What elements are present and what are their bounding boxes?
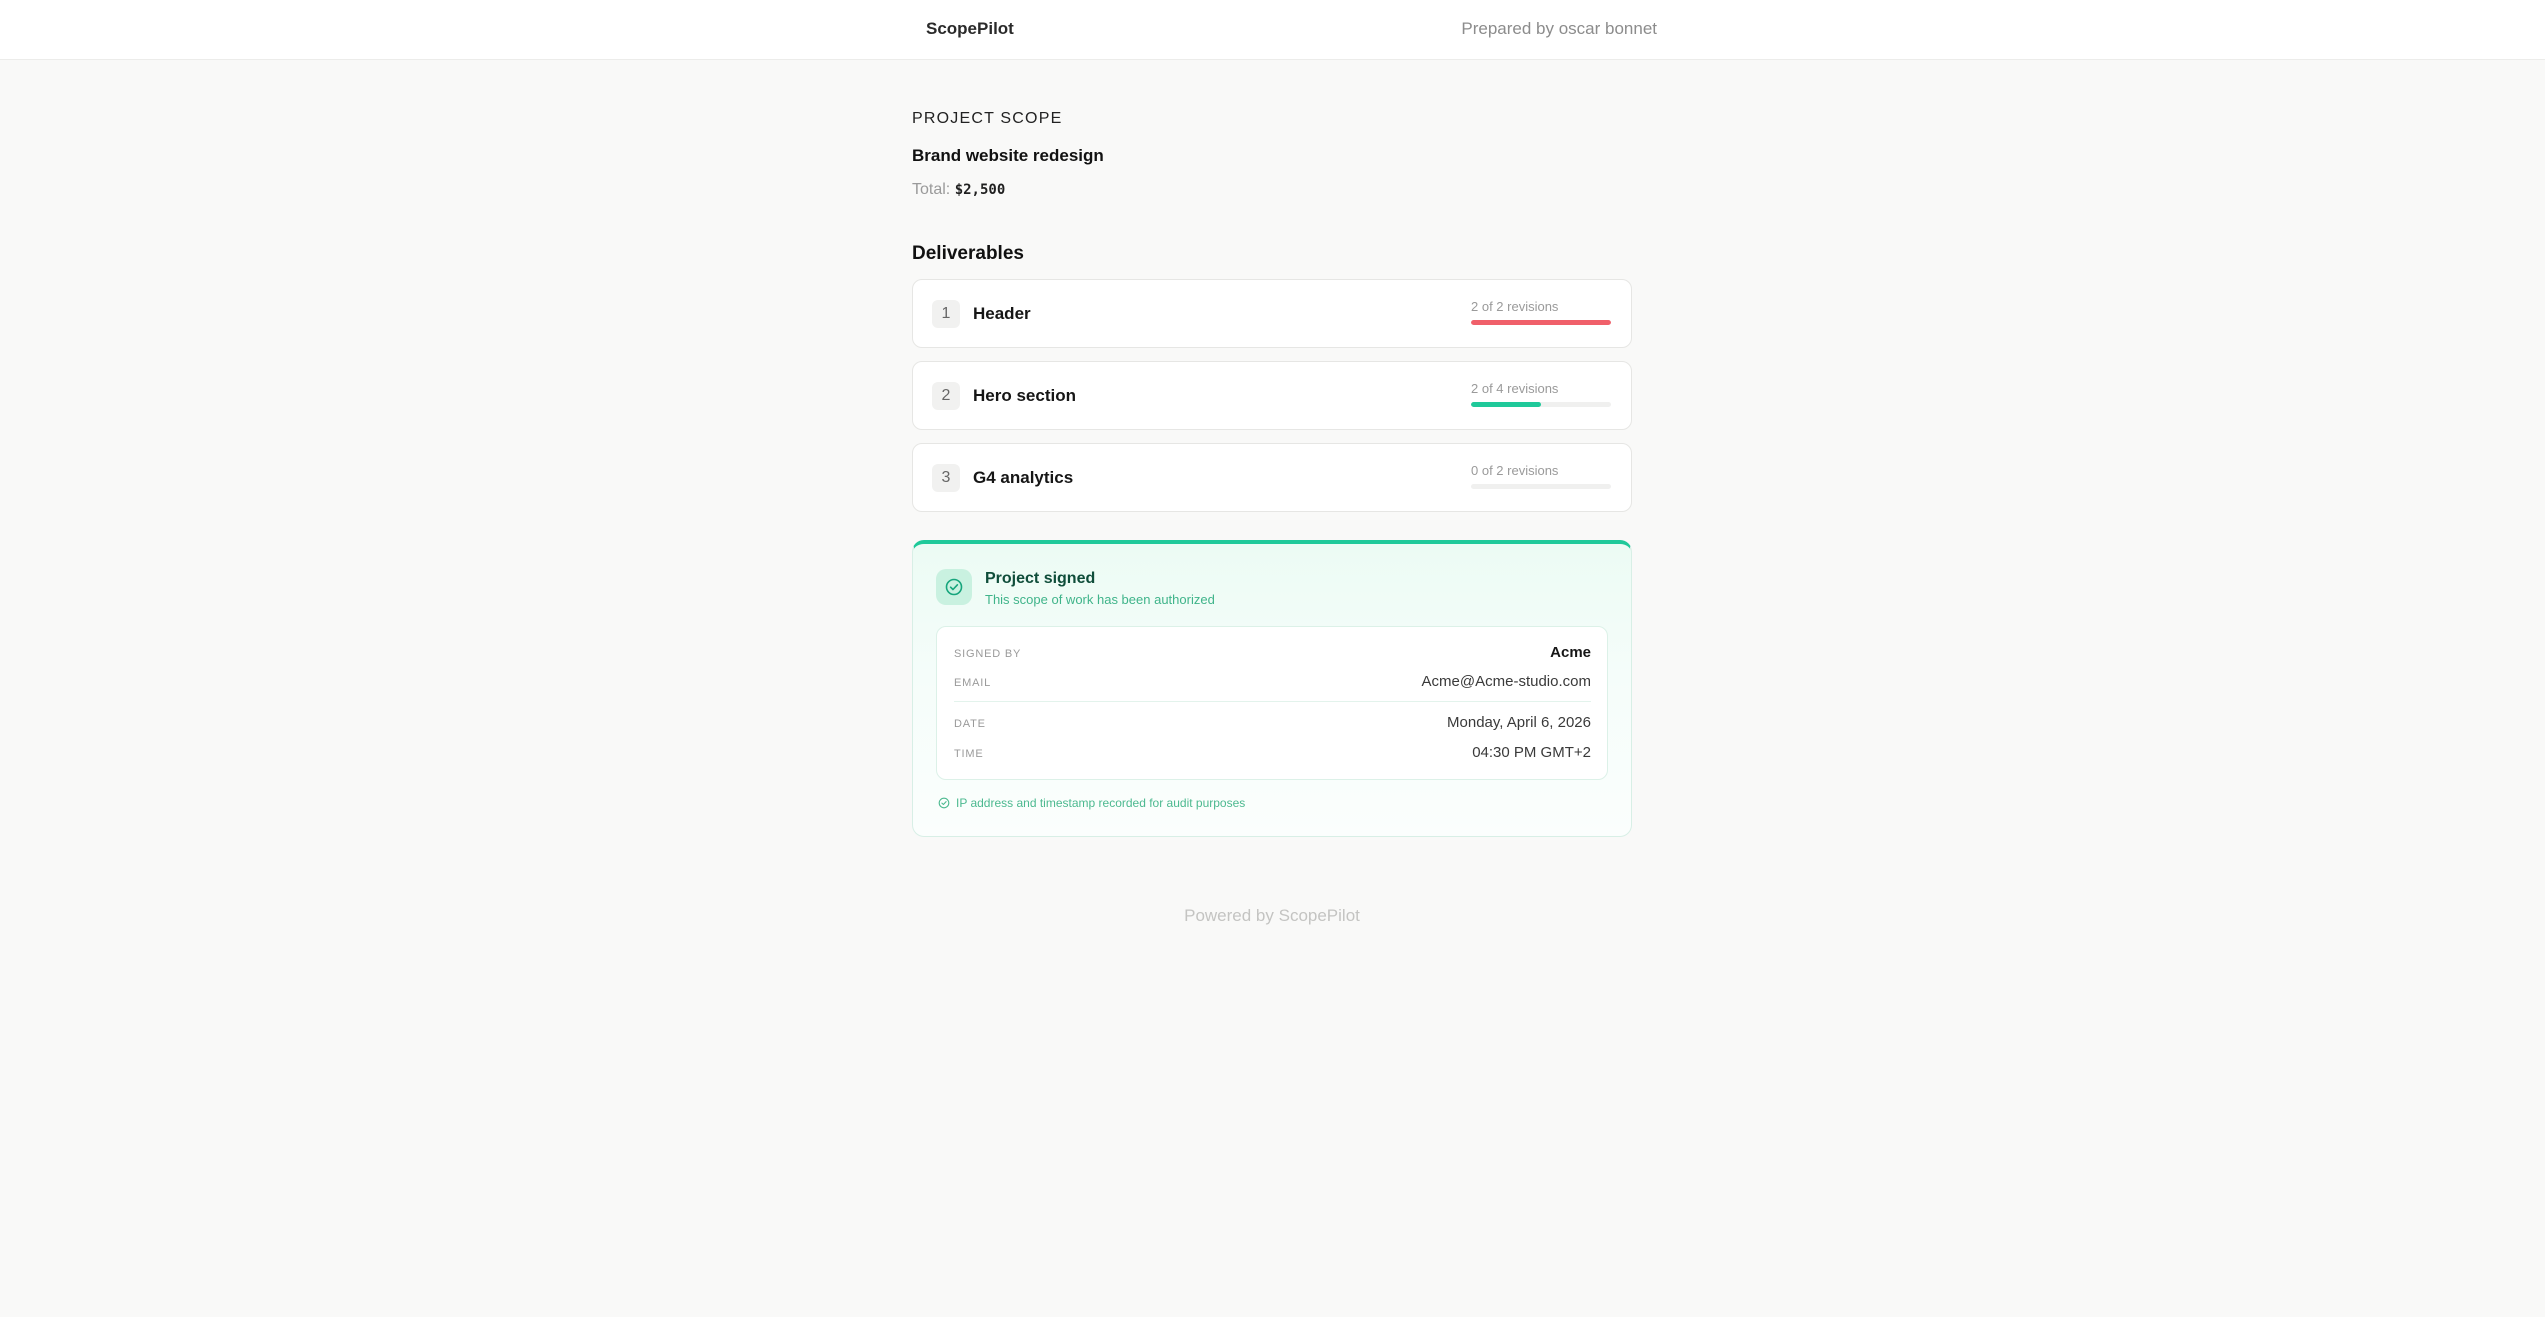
main-content: PROJECT SCOPE Brand website redesign Tot… xyxy=(912,60,1632,837)
email-value[interactable]: Acme@Acme-studio.com xyxy=(1422,673,1591,690)
revision-progress-bar xyxy=(1471,402,1611,407)
details-divider xyxy=(954,701,1591,702)
signed-by-value: Acme xyxy=(1550,644,1591,661)
date-label: DATE xyxy=(954,718,986,730)
deliverable-name: G4 analytics xyxy=(973,468,1074,487)
revision-count: 0 of 2 revisions xyxy=(1471,463,1559,478)
audit-note: IP address and timestamp recorded for au… xyxy=(938,796,1245,810)
audit-note-text: IP address and timestamp recorded for au… xyxy=(956,796,1246,810)
revision-progress-fill xyxy=(1471,320,1611,325)
revision-count: 2 of 4 revisions xyxy=(1471,381,1559,396)
signed-status-subtitle: This scope of work has been authorized xyxy=(985,592,1215,607)
section-eyebrow: PROJECT SCOPE xyxy=(912,110,1063,127)
check-circle-icon xyxy=(936,569,972,605)
revision-count: 2 of 2 revisions xyxy=(1471,299,1559,314)
top-bar: ScopePilot Prepared by oscar bonnet xyxy=(0,0,2545,60)
revision-progress-bar xyxy=(1471,484,1611,489)
shield-check-icon xyxy=(938,797,950,809)
signature-details: SIGNED BY Acme EMAIL Acme@Acme-studio.co… xyxy=(936,626,1608,780)
deliverable-item[interactable]: 2 Hero section 2 of 4 revisions xyxy=(912,361,1632,430)
time-label: TIME xyxy=(954,748,984,760)
revision-progress-bar xyxy=(1471,320,1611,325)
project-title: Brand website redesign xyxy=(912,146,1104,165)
deliverable-index: 1 xyxy=(932,300,960,328)
deliverable-name: Hero section xyxy=(973,386,1076,405)
powered-by-footer[interactable]: Powered by ScopePilot xyxy=(912,906,1632,926)
email-label: EMAIL xyxy=(954,677,992,689)
deliverable-item[interactable]: 1 Header 2 of 2 revisions xyxy=(912,279,1632,348)
signature-card: Project signed This scope of work has be… xyxy=(912,540,1632,837)
prepared-by-text: Prepared by oscar bonnet xyxy=(1461,19,1657,38)
signed-by-label: SIGNED BY xyxy=(954,648,1022,660)
deliverables-heading: Deliverables xyxy=(912,243,1024,264)
deliverable-index: 3 xyxy=(932,464,960,492)
deliverable-item[interactable]: 3 G4 analytics 0 of 2 revisions xyxy=(912,443,1632,512)
deliverable-index: 2 xyxy=(932,382,960,410)
email-row: EMAIL Acme@Acme-studio.com xyxy=(954,673,1591,695)
time-value: 04:30 PM GMT+2 xyxy=(1472,744,1591,761)
time-row: TIME 04:30 PM GMT+2 xyxy=(954,744,1591,766)
project-total: Total: $2,500 xyxy=(912,181,1632,199)
total-amount: $2,500 xyxy=(954,182,1006,198)
signed-by-row: SIGNED BY Acme xyxy=(954,644,1591,666)
deliverables-list: 1 Header 2 of 2 revisions 2 Hero section… xyxy=(912,279,1632,512)
signed-status-title: Project signed xyxy=(985,570,1096,587)
total-label: Total: xyxy=(912,181,951,198)
deliverable-name: Header xyxy=(973,304,1031,323)
brand-logo-text[interactable]: ScopePilot xyxy=(926,19,1014,39)
date-value: Monday, April 6, 2026 xyxy=(1447,714,1591,731)
revision-progress-fill xyxy=(1471,402,1541,407)
date-row: DATE Monday, April 6, 2026 xyxy=(954,714,1591,736)
